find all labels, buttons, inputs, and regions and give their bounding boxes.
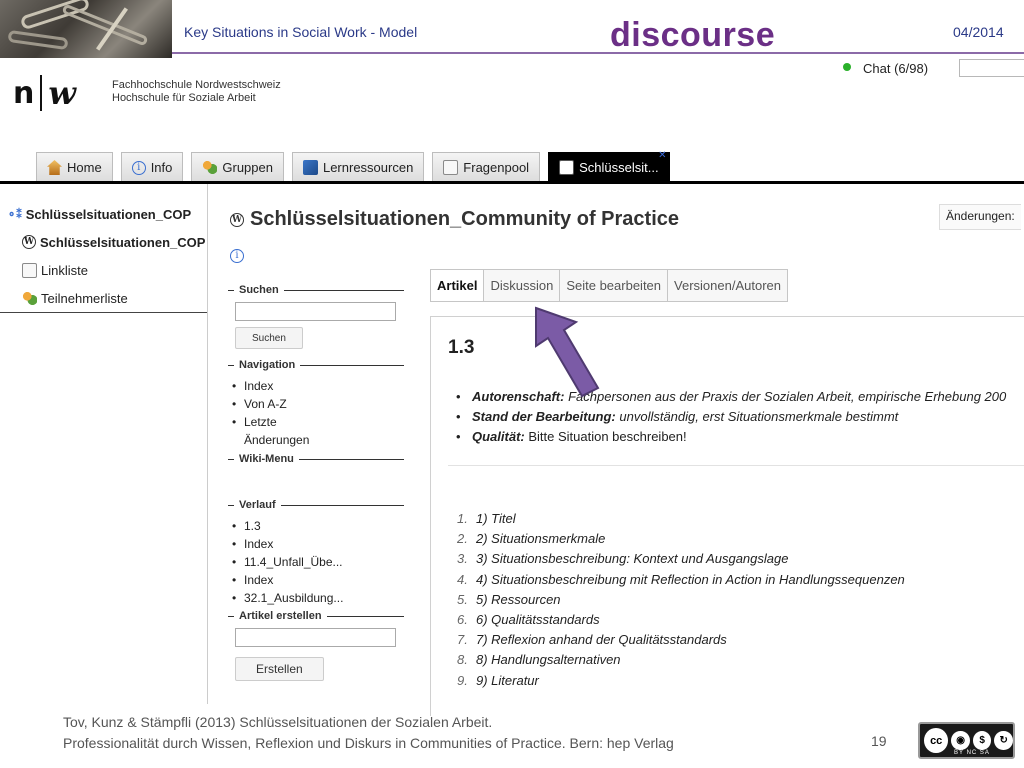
panel-divider xyxy=(207,184,208,704)
tab-gruppen[interactable]: Gruppen xyxy=(191,152,284,182)
tab-fragenpool[interactable]: Fragenpool xyxy=(432,152,541,182)
history-item[interactable]: 32.1_Ausbildung... xyxy=(232,589,404,607)
document-icon xyxy=(22,262,37,278)
chat-status-icon xyxy=(843,63,851,71)
wiki-icon: W xyxy=(22,235,36,249)
main-tabbar: Home i Info Gruppen Lernressourcen Frage… xyxy=(36,150,678,182)
article-tabs: Artikel Diskussion Seite bearbeiten Vers… xyxy=(430,269,788,302)
changes-selector[interactable]: Änderungen: xyxy=(939,204,1021,230)
license-labels: BY NC SA xyxy=(954,750,990,756)
keys-photo xyxy=(0,0,172,58)
fhnw-logo: n w xyxy=(13,74,76,112)
history-item[interactable]: Index xyxy=(232,571,404,589)
wiki-icon: W xyxy=(230,212,244,227)
group-icon xyxy=(22,290,37,306)
history-list: 1.3 Index 11.4_Unfall_Übe... Index 32.1_… xyxy=(228,517,404,607)
wiki-sidebar: Suchen Suchen Navigation Index Von A-Z L… xyxy=(228,284,404,681)
history-item[interactable]: 1.3 xyxy=(232,517,404,535)
new-article-input[interactable] xyxy=(235,628,396,647)
creative-commons-badge: cc ◉ $ ↻ BY NC SA xyxy=(918,722,1015,759)
page-number: 19 xyxy=(871,733,887,749)
toc-item[interactable]: 9. 9) Literatur xyxy=(457,671,905,691)
leftnav-divider xyxy=(0,312,207,313)
meta-quality: Qualität: Bitte Situation beschreiben! xyxy=(456,427,1006,447)
by-icon: ◉ xyxy=(951,731,970,750)
history-item[interactable]: 11.4_Unfall_Übe... xyxy=(232,553,404,571)
page-title: W Schlüsselsituationen_Community of Prac… xyxy=(230,208,679,230)
section-heading-search: Suchen xyxy=(228,284,404,296)
tab-seite-bearbeiten[interactable]: Seite bearbeiten xyxy=(560,269,669,302)
toc-item[interactable]: 1. 1) Titel xyxy=(457,509,905,529)
toc-item[interactable]: 2. 2) Situationsmerkmale xyxy=(457,529,905,549)
close-tab-icon[interactable]: ✕ xyxy=(658,150,666,161)
page-info-button[interactable]: i xyxy=(230,245,244,263)
search-input[interactable] xyxy=(235,302,396,321)
nav-link-a-z[interactable]: Von A-Z xyxy=(232,395,404,413)
citation: Tov, Kunz & Stämpfli (2013) Schlüsselsit… xyxy=(63,714,674,751)
section-heading-wiki-menu: Wiki-Menu xyxy=(228,453,404,465)
toc-item[interactable]: 8. 8) Handlungsalternativen xyxy=(457,650,905,670)
toc-item[interactable]: 5. 5) Ressourcen xyxy=(457,590,905,610)
toc-item[interactable]: 3. 3) Situationsbeschreibung: Kontext und… xyxy=(457,549,905,569)
header-rule xyxy=(172,52,1024,54)
tree-icon: ⚬⁑ xyxy=(7,208,22,221)
document-icon xyxy=(443,160,459,175)
book-icon xyxy=(302,160,318,175)
info-icon: i xyxy=(131,160,146,175)
leftnav-item-cop-root[interactable]: ⚬⁑ Schlüsselsituationen_COP xyxy=(0,200,207,228)
tab-lernressourcen[interactable]: Lernressourcen xyxy=(291,152,425,182)
section-heading-navigation: Navigation xyxy=(228,359,404,371)
slide-title: Key Situations in Social Work - Model xyxy=(184,24,418,40)
leftnav-item-teilnehmerliste[interactable]: Teilnehmerliste xyxy=(0,284,207,312)
chat-input[interactable] xyxy=(959,59,1024,77)
annotation-arrow-icon xyxy=(535,306,600,398)
tabbar-rule xyxy=(0,181,1024,184)
wiki-icon xyxy=(559,160,575,175)
tab-artikel[interactable]: Artikel xyxy=(430,269,485,302)
org-name: Fachhochschule Nordwestschweiz Hochschul… xyxy=(112,79,281,104)
section-heading-history: Verlauf xyxy=(228,499,404,511)
tab-schluesselsituationen[interactable]: Schlüsselsit... ✕ xyxy=(548,150,670,182)
group-icon xyxy=(202,160,218,175)
left-navigation: ⚬⁑ Schlüsselsituationen_COP W Schlüssels… xyxy=(0,200,207,312)
create-button[interactable]: Erstellen xyxy=(235,657,324,681)
toc-item[interactable]: 6. 6) Qualitätsstandards xyxy=(457,610,905,630)
article-heading: 1.3 xyxy=(448,337,475,358)
tab-home[interactable]: Home xyxy=(36,152,113,182)
meta-status: Stand der Bearbeitung: unvollständig, er… xyxy=(456,407,1006,427)
article-divider xyxy=(448,465,1024,466)
leftnav-item-linkliste[interactable]: Linkliste xyxy=(0,256,207,284)
search-button[interactable]: Suchen xyxy=(235,327,303,349)
nav-link-index[interactable]: Index xyxy=(232,377,404,395)
home-icon xyxy=(47,160,62,175)
table-of-contents: 1. 1) Titel 2. 2) Situationsmerkmale 3. 3) … xyxy=(457,509,905,691)
sa-icon: ↻ xyxy=(994,731,1013,750)
info-icon: i xyxy=(230,248,244,263)
chat-link[interactable]: Chat (6/98) xyxy=(863,61,928,76)
tab-info[interactable]: i Info xyxy=(120,152,184,182)
nav-link-recent-changes[interactable]: Letzte Änderungen xyxy=(232,413,322,449)
nc-icon: $ xyxy=(972,731,992,750)
navigation-list: Index Von A-Z Letzte Änderungen xyxy=(228,377,404,449)
history-item[interactable]: Index xyxy=(232,535,404,553)
toc-item[interactable]: 7. 7) Reflexion anhand der Qualitätsstand… xyxy=(457,630,905,650)
slide-brand: discourse xyxy=(610,16,776,54)
toc-item[interactable]: 4. 4) Situationsbeschreibung mit Reflecti… xyxy=(457,570,905,590)
leftnav-item-cop-wiki[interactable]: W Schlüsselsituationen_COP xyxy=(0,228,207,256)
section-heading-create-article: Artikel erstellen xyxy=(228,610,404,622)
tab-versionen-autoren[interactable]: Versionen/Autoren xyxy=(668,269,788,302)
cc-icon: cc xyxy=(924,728,949,753)
slide-date: 04/2014 xyxy=(953,24,1004,40)
slide: Key Situations in Social Work - Model di… xyxy=(0,0,1024,768)
tab-diskussion[interactable]: Diskussion xyxy=(484,269,561,302)
